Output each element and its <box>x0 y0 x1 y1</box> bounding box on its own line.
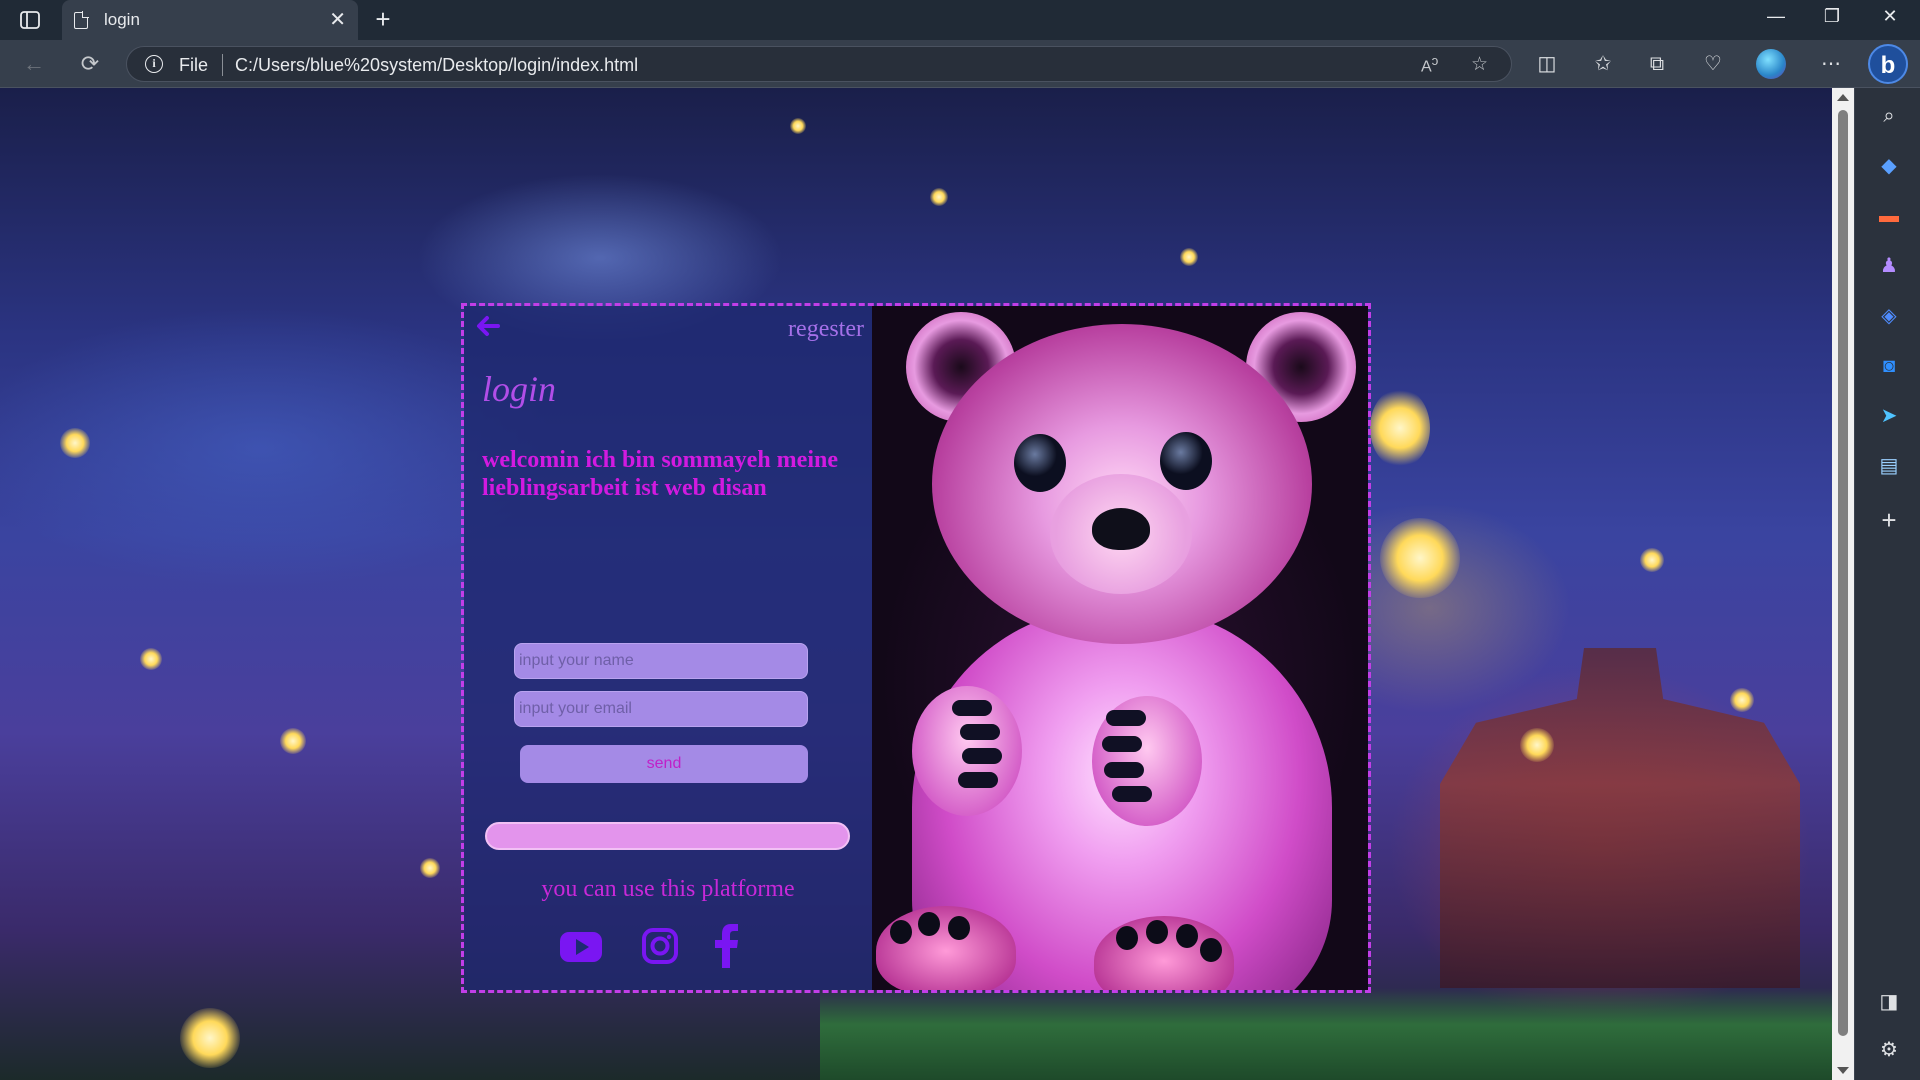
register-link[interactable]: regester <box>788 316 864 343</box>
new-tab-button[interactable]: + <box>368 4 398 34</box>
scroll-down-arrow[interactable] <box>1837 1067 1849 1074</box>
lantern <box>60 428 90 458</box>
browser-toolbar: ← ⟳ i File C:/Users/blue%20system/Deskto… <box>0 40 1920 88</box>
progress-bar <box>485 822 850 850</box>
close-tab-icon[interactable]: ✕ <box>329 7 346 32</box>
lantern <box>1520 728 1554 762</box>
scroll-thumb[interactable] <box>1838 110 1848 1036</box>
read-aloud-icon[interactable]: Aↄ <box>1421 53 1438 76</box>
send-drop-icon[interactable]: ➤ <box>1875 402 1903 430</box>
profile-avatar[interactable] <box>1756 49 1786 79</box>
facebook-icon[interactable] <box>712 924 758 970</box>
instagram-icon-svg <box>642 928 678 964</box>
bear-eye-left <box>1014 434 1066 492</box>
browser-essentials-icon[interactable]: ♡ <box>1698 49 1728 79</box>
tab-login[interactable]: login ✕ <box>62 0 358 40</box>
lantern <box>1180 248 1198 266</box>
copilot-icon[interactable]: b <box>1868 44 1908 84</box>
send-button[interactable]: send <box>520 745 808 783</box>
name-input[interactable] <box>514 643 808 679</box>
arrow-left-icon <box>477 316 500 336</box>
lantern <box>1380 518 1460 598</box>
lantern <box>1370 388 1430 468</box>
title-bar: login ✕ + — ❐ ✕ <box>0 0 1920 40</box>
outlook-icon[interactable]: ◙ <box>1875 352 1903 380</box>
bear-paw-right <box>1092 696 1202 826</box>
tab-actions-button[interactable] <box>14 8 46 32</box>
restore-button[interactable]: ❐ <box>1812 6 1852 27</box>
back-button[interactable]: ← <box>20 50 48 78</box>
lantern <box>140 648 162 670</box>
tab-actions-icon <box>20 11 40 29</box>
settings-gear-icon[interactable]: ⚙ <box>1875 1036 1903 1064</box>
lantern <box>420 858 440 878</box>
email-input[interactable] <box>514 691 808 727</box>
split-screen-icon[interactable]: ◫ <box>1532 49 1562 79</box>
url-text[interactable]: C:/Users/blue%20system/Desktop/login/ind… <box>235 55 638 76</box>
login-card: regester login welcomin ich bin sommayeh… <box>461 303 1371 993</box>
games-icon[interactable]: ♟ <box>1875 252 1903 280</box>
tab-title: login <box>104 10 140 29</box>
bear-eye-right <box>1160 432 1212 490</box>
lantern <box>1640 548 1664 572</box>
back-arrow-icon[interactable] <box>474 312 504 342</box>
minimize-button[interactable]: — <box>1756 6 1796 27</box>
login-form-panel: regester login welcomin ich bin sommayeh… <box>464 306 872 990</box>
lantern <box>790 118 806 134</box>
collections-icon[interactable]: ⧉ <box>1642 49 1672 79</box>
edge-sidebar: ⌕ ◆ ▬ ♟ ◈ ◙ ➤ ▤ + ◨ ⚙ <box>1854 88 1920 1080</box>
shopping-tag-icon[interactable]: ◆ <box>1875 152 1903 180</box>
youtube-icon[interactable] <box>558 926 604 972</box>
lantern <box>280 728 306 754</box>
url-scheme-label: File <box>179 55 209 75</box>
bear-head <box>932 324 1312 644</box>
bear-nose <box>1092 508 1150 550</box>
bear-paw-left <box>912 686 1022 816</box>
background-grass <box>820 988 1832 1080</box>
microsoft-365-icon[interactable]: ◈ <box>1875 302 1903 330</box>
lantern <box>930 188 948 206</box>
bear-foot-left <box>876 906 1016 990</box>
address-bar[interactable]: i File C:/Users/blue%20system/Desktop/lo… <box>126 46 1512 82</box>
page-viewport: regester login welcomin ich bin sommayeh… <box>0 88 1832 1080</box>
web-capture-icon[interactable]: ▤ <box>1875 452 1903 480</box>
reload-button[interactable]: ⟳ <box>76 50 104 78</box>
page-title: login <box>482 369 557 409</box>
divider <box>222 54 223 76</box>
lantern <box>1730 688 1754 712</box>
scroll-up-arrow[interactable] <box>1837 94 1849 101</box>
favorite-star-icon[interactable]: ☆ <box>1471 53 1488 76</box>
search-icon[interactable]: ⌕ <box>1875 102 1903 130</box>
page-scrollbar[interactable] <box>1832 88 1854 1080</box>
add-icon[interactable]: + <box>1875 506 1903 534</box>
hide-sidebar-icon[interactable]: ◨ <box>1875 988 1903 1016</box>
platform-text: you can use this platforme <box>541 876 795 902</box>
favorites-icon[interactable]: ✩ <box>1588 49 1618 79</box>
close-window-button[interactable]: ✕ <box>1870 6 1910 27</box>
teddy-bear-image <box>872 306 1368 990</box>
instagram-icon[interactable] <box>640 926 686 972</box>
lantern <box>180 1008 240 1068</box>
facebook-icon-svg <box>715 924 738 968</box>
more-menu-icon[interactable]: ⋯ <box>1816 49 1846 79</box>
tools-icon[interactable]: ▬ <box>1875 202 1903 230</box>
info-icon[interactable]: i <box>145 55 163 73</box>
page-icon <box>74 11 89 29</box>
youtube-icon-svg <box>560 932 602 962</box>
welcome-text: welcomin ich bin sommayeh meine liebling… <box>482 447 838 501</box>
